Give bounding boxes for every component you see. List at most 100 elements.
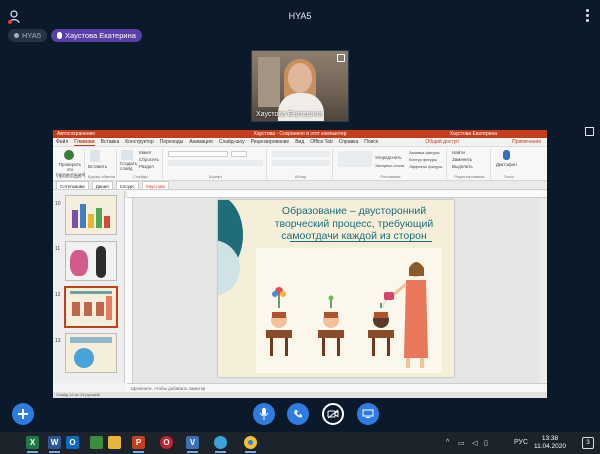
microphone-button[interactable] xyxy=(253,403,275,425)
webcam-participant-name: Хаустова Екатерина xyxy=(256,111,323,118)
app-icon[interactable] xyxy=(214,436,227,453)
doc-tab[interactable]: Сотельвова xyxy=(56,181,89,189)
slide-title[interactable]: Образование – двусторонний творческий пр… xyxy=(258,205,450,243)
section-label[interactable]: Раздел xyxy=(139,164,154,169)
tab-design[interactable]: Конструктор xyxy=(125,138,154,146)
select-label[interactable]: Выделить xyxy=(452,164,473,169)
webcam-person-face xyxy=(288,63,312,93)
current-slide[interactable]: Образование – двусторонний творческий пр… xyxy=(218,200,454,377)
ribbon-group-paragraph: Абзац xyxy=(269,149,333,179)
notifications-icon[interactable]: 3 xyxy=(582,437,594,449)
clock-time: 13:38 xyxy=(541,435,559,442)
group-label-voice: Голос xyxy=(503,174,515,179)
camera-button[interactable] xyxy=(322,403,344,425)
tab-view[interactable]: Вид xyxy=(295,138,304,146)
tab-transitions[interactable]: Переходы xyxy=(160,138,183,146)
notes-pane[interactable]: Щелкните, чтобы добавить заметки xyxy=(127,383,547,392)
alignment-buttons[interactable] xyxy=(272,160,330,166)
windows-taskbar: X W O P O V ^ ▭ ◁ ▯ РУС 13:38 11.04.2020… xyxy=(0,432,600,454)
shared-screen: Автосохранение Хаустова - Сохранено в эт… xyxy=(53,130,547,398)
more-options-icon[interactable] xyxy=(586,9,590,23)
battery-icon[interactable]: ▯ xyxy=(484,439,488,447)
horizontal-ruler xyxy=(127,191,547,198)
slide-thumbnail[interactable] xyxy=(65,333,117,373)
language-indicator[interactable]: РУС xyxy=(514,439,528,446)
tab-office-tab[interactable]: Office Tab xyxy=(310,138,332,146)
ppt-user-name: Хаустова Екатерина xyxy=(449,131,497,137)
font-family-select[interactable] xyxy=(168,151,228,157)
tab-search[interactable]: Поиск xyxy=(364,138,378,146)
file-explorer-icon[interactable] xyxy=(108,436,121,449)
webcam-tile[interactable]: Хаустова Екатерина xyxy=(251,50,349,122)
opera-icon[interactable]: O xyxy=(160,436,173,449)
thumb-number: 13 xyxy=(55,338,61,344)
speaker-chip[interactable]: Хаустова Екатерина xyxy=(51,29,142,42)
slide-thumbnail[interactable] xyxy=(65,241,117,281)
chrome-icon[interactable] xyxy=(244,436,257,453)
webcam-door xyxy=(258,57,280,107)
slide-thumbnail[interactable] xyxy=(65,195,117,235)
reset-label[interactable]: Сбросить xyxy=(139,157,159,162)
shape-fill-label[interactable]: Заливка фигуры xyxy=(409,150,440,155)
new-slide-icon[interactable] xyxy=(121,150,133,160)
paragraph-buttons[interactable] xyxy=(272,151,330,157)
phone-button[interactable] xyxy=(287,403,309,425)
powerpoint-icon[interactable]: P xyxy=(132,436,145,453)
slide-thumbnail-selected[interactable] xyxy=(64,286,118,328)
top-bar: HYA5 xyxy=(0,0,600,30)
vertical-scrollbar[interactable] xyxy=(540,198,547,383)
font-size-select[interactable] xyxy=(231,151,247,157)
arrange-label[interactable]: Упорядочить xyxy=(375,155,402,160)
child-right-figure xyxy=(368,303,394,356)
add-button[interactable] xyxy=(12,403,34,425)
find-label[interactable]: Найти xyxy=(452,150,465,155)
word-icon[interactable]: W xyxy=(48,436,61,453)
ppt-status-bar: Слайд 12 из 13 русский xyxy=(53,392,547,398)
shape-outline-label[interactable]: Контур фигуры xyxy=(409,157,437,162)
tab-review[interactable]: Рецензирование xyxy=(251,138,290,146)
group-label-font: Шрифт xyxy=(208,174,223,179)
dictate-icon[interactable] xyxy=(503,150,510,160)
ppt-ribbon: Проверить это (презентация) Презентация … xyxy=(53,147,547,181)
fullscreen-icon[interactable] xyxy=(585,127,594,136)
excel-icon[interactable]: X xyxy=(26,436,39,453)
clock[interactable]: 13:38 11.04.2020 xyxy=(534,435,566,451)
network-icon[interactable]: ▭ xyxy=(458,439,465,447)
screen-share-button[interactable] xyxy=(357,403,379,425)
share-button[interactable]: Общий доступ xyxy=(425,138,459,146)
doc-tab[interactable]: Сосурс xyxy=(115,181,139,189)
app-icon[interactable] xyxy=(90,436,103,449)
group-label-slides: Слайды xyxy=(133,174,148,179)
volume-icon[interactable]: ◁ xyxy=(472,439,477,447)
tab-insert[interactable]: Вставка xyxy=(101,138,120,146)
clock-date: 11.04.2020 xyxy=(533,443,566,450)
tab-file[interactable]: Файл xyxy=(56,138,68,146)
doc-tab-active[interactable]: Хаустова xyxy=(141,181,169,189)
expand-video-icon[interactable] xyxy=(337,54,345,62)
ppt-titlebar: Автосохранение Хаустова - Сохранено в эт… xyxy=(53,130,547,138)
paste-icon[interactable] xyxy=(90,150,100,162)
slide-thumbnails-pane[interactable]: 10 11 12 13 xyxy=(53,191,125,383)
tab-help[interactable]: Справка xyxy=(339,138,359,146)
ribbon-group-font: Шрифт xyxy=(165,149,267,179)
ribbon-group-clipboard: Вставить Буфер обмена xyxy=(87,149,117,179)
font-format-buttons[interactable] xyxy=(168,160,263,166)
layout-label[interactable]: Макет xyxy=(139,150,152,155)
notes-button[interactable]: Примечания xyxy=(512,138,541,146)
shapes-gallery[interactable] xyxy=(338,151,372,167)
room-chip[interactable]: HYA5 xyxy=(8,29,48,42)
express-styles-label[interactable]: Экспресс-стили xyxy=(375,163,404,168)
shape-effects-label[interactable]: Эффекты фигуры xyxy=(409,164,442,169)
tab-animations[interactable]: Анимация xyxy=(189,138,212,146)
doc-tab[interactable]: Дания xyxy=(91,181,113,189)
tab-slideshow[interactable]: Слайд-шоу xyxy=(219,138,245,146)
monitor-icon xyxy=(362,409,374,418)
outlook-icon[interactable]: O xyxy=(66,436,79,449)
present-icon[interactable] xyxy=(64,150,74,160)
room-chip-label: HYA5 xyxy=(22,31,42,40)
tab-home[interactable]: Главная xyxy=(74,138,95,146)
visio-icon[interactable]: V xyxy=(186,436,199,453)
ribbon-group-voice: Диктофон Голос xyxy=(493,149,525,179)
replace-label[interactable]: Заменить xyxy=(452,157,472,162)
tray-chevron-icon[interactable]: ^ xyxy=(446,439,449,446)
